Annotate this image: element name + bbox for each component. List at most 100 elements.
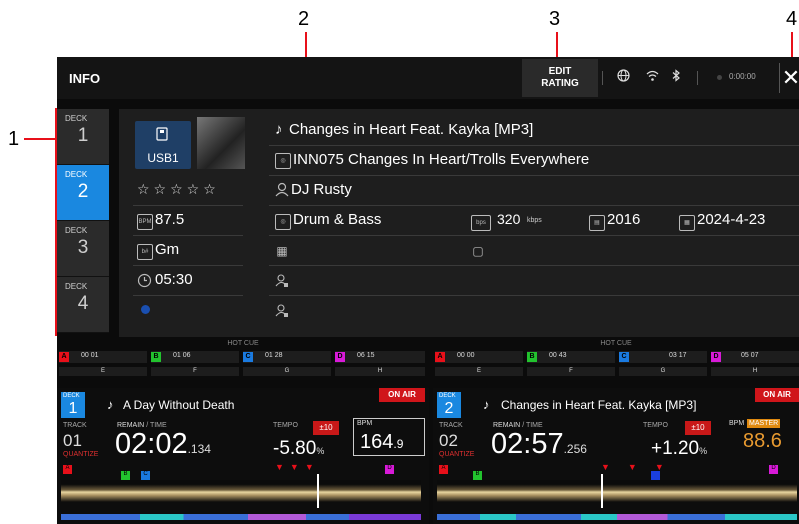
deck-badge: DECK 1 [61, 392, 85, 418]
bpm-value: 164.9 [360, 431, 403, 454]
hot-cue-e[interactable]: E [59, 367, 147, 376]
key-icon: b# [137, 244, 153, 260]
callout-2: 2 [298, 8, 310, 30]
hot-cue-d[interactable]: D 06 15 [335, 351, 425, 363]
album-icon: ◎ [275, 153, 291, 169]
cue-letter: A [59, 352, 69, 362]
close-button[interactable]: ✕ [779, 63, 799, 93]
screen-title: INFO [69, 71, 101, 86]
divider [269, 205, 799, 206]
divider [269, 295, 799, 296]
track-info-panel: USB1 ☆☆☆☆☆ BPM 87.5 b# Gm 05:30 ♪ Change… [119, 109, 799, 337]
memory-cue-markers: ▼▼▼ [601, 462, 682, 472]
callout-3: 3 [549, 8, 561, 30]
remain-main: 02:02 [115, 428, 188, 460]
wave-marker-c: C [141, 471, 150, 480]
cue-time: 06 15 [357, 352, 375, 359]
bpm-display: BPM 164.9 [353, 418, 425, 456]
master-badge: MASTER [747, 419, 781, 428]
deck-tab-4[interactable]: DECK 4 [57, 277, 109, 333]
hot-cue-f[interactable]: F [151, 367, 239, 376]
remain-ms: .256 [563, 442, 587, 456]
hot-cue-a[interactable]: A 00 01 [59, 351, 147, 363]
wave-marker-b: B [473, 471, 482, 480]
bluetooth-icon [671, 69, 681, 85]
tempo-label: TEMPO [643, 422, 668, 429]
hot-cue-row-right: A 00 00 B 00 43 C 03 17 D 05 07 [433, 351, 799, 364]
track-number: 02 [439, 431, 458, 450]
rating-stars[interactable]: ☆☆☆☆☆ [137, 181, 220, 198]
date-added-value: 2024-4-23 [697, 211, 766, 228]
hot-cue-h[interactable]: H [335, 367, 425, 376]
cue-letter: B [151, 352, 161, 362]
hot-cue-row-left: A 00 01 B 01 06 C 01 28 D 06 15 [57, 351, 429, 364]
hot-cue-g[interactable]: G [619, 367, 707, 376]
remain-time: 02:57.256 [491, 428, 587, 461]
label-icon: ▦ [276, 244, 288, 258]
quantize-indicator: QUANTIZE [439, 451, 475, 458]
edit-rating-button[interactable]: EDIT RATING [522, 59, 598, 97]
deck-tab-1[interactable]: DECK 1 [57, 109, 109, 165]
tempo-number: +1.20 [651, 438, 700, 459]
divider [269, 265, 799, 266]
deck-badge-number: 2 [444, 400, 454, 417]
album-artwork [197, 117, 245, 169]
divider [133, 235, 243, 236]
artist-icon [275, 182, 289, 202]
bpm-value: 88.6 [743, 430, 782, 452]
track-number: 01 [63, 431, 82, 450]
tempo-range: ±10 [685, 421, 711, 435]
tempo-label: TEMPO [273, 422, 298, 429]
top-bar: INFO EDIT RATING 0:00:00 ✕ [57, 57, 799, 99]
wave-marker-d: D [769, 465, 778, 474]
bpm-icon: BPM [137, 214, 153, 230]
waveform-overview[interactable] [437, 480, 797, 502]
hot-cue-c[interactable]: C 03 17 [619, 351, 707, 363]
deck-badge-label: DECK [63, 393, 80, 399]
deck-tab-2[interactable]: DECK 2 [57, 165, 109, 221]
cue-time: 00 01 [81, 352, 99, 359]
globe-icon [617, 69, 630, 85]
hot-cue-c[interactable]: C 01 28 [243, 351, 331, 363]
deck-tab-label: DECK [65, 282, 88, 291]
year-value: 2016 [607, 211, 641, 228]
genre-icon: ◎ [275, 214, 291, 230]
track-label: TRACK [439, 422, 463, 429]
tempo-unit: % [699, 446, 708, 456]
wave-marker-a: A [439, 465, 448, 474]
remain-ms: .134 [187, 442, 211, 456]
bitrate-value: 320 [497, 211, 521, 227]
callout-4: 4 [786, 8, 798, 30]
hot-cue-h[interactable]: H [711, 367, 799, 376]
playhead [317, 474, 319, 508]
separator [697, 71, 698, 85]
hot-cue-header-right: HOT CUE [600, 340, 632, 347]
hot-cue-b[interactable]: B 01 06 [151, 351, 239, 363]
wave-marker-d: D [385, 465, 394, 474]
waveform-overview[interactable] [61, 480, 421, 502]
deck-tab-label: DECK [65, 114, 88, 123]
divider [269, 175, 799, 176]
date-added-icon: ▦ [679, 215, 695, 231]
hot-cue-e[interactable]: E [435, 367, 523, 376]
cue-time: 00 00 [457, 352, 475, 359]
cue-letter: B [527, 352, 537, 362]
tempo-value: -5.80% [273, 438, 324, 460]
year-icon: ▤ [589, 215, 605, 231]
status-dot [717, 75, 722, 80]
tempo-value: +1.20% [651, 438, 707, 460]
separator [602, 71, 603, 85]
deck-track-title: A Day Without Death [123, 398, 235, 412]
hot-cue-f[interactable]: F [527, 367, 615, 376]
cue-letter: C [243, 352, 253, 362]
divider [269, 145, 799, 146]
deck-tab-number: 2 [77, 181, 89, 202]
deck-tab-3[interactable]: DECK 3 [57, 221, 109, 277]
hot-cue-g[interactable]: G [243, 367, 331, 376]
hot-cue-a[interactable]: A 00 00 [435, 351, 523, 363]
phrase-strip [437, 514, 797, 520]
hot-cue-b[interactable]: B 00 43 [527, 351, 615, 363]
hot-cue-header-left: HOT CUE [227, 340, 259, 347]
hot-cue-d[interactable]: D 05 07 [711, 351, 799, 363]
tempo-unit: % [316, 446, 325, 456]
